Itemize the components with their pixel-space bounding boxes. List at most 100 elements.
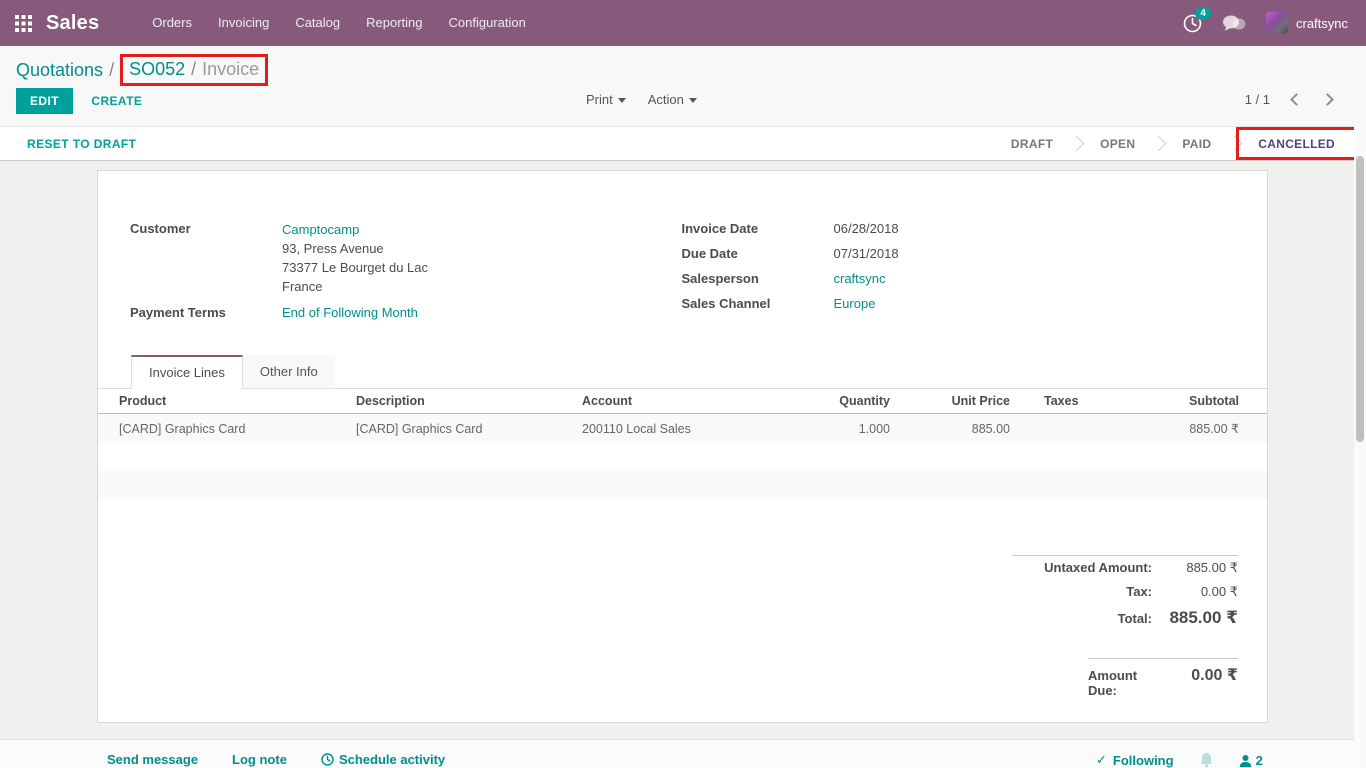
tax-row: Tax: 0.00 ₹ xyxy=(1012,580,1238,604)
followers-button[interactable]: 2 xyxy=(1239,753,1263,768)
field-payment-terms: Payment Terms End of Following Month xyxy=(130,305,682,320)
field-column-left: Customer Camptocamp 93, Press Avenue 733… xyxy=(130,221,682,329)
field-due-date: Due Date 07/31/2018 xyxy=(682,246,1234,261)
log-note-button[interactable]: Log note xyxy=(232,752,287,767)
topbar-right: 4 craftsync xyxy=(1183,12,1366,34)
pager-previous-icon[interactable] xyxy=(1290,93,1303,106)
customer-label: Customer xyxy=(130,221,282,296)
notebook-tabs: Invoice Lines Other Info xyxy=(98,355,1267,389)
invoice-lines-table: Product Description Account Quantity Uni… xyxy=(98,389,1267,499)
state-pills: DRAFT OPEN PAID CANCELLED xyxy=(989,127,1366,160)
pager-next-icon[interactable] xyxy=(1321,93,1334,106)
followers-count: 2 xyxy=(1256,753,1263,768)
state-draft[interactable]: DRAFT xyxy=(989,127,1075,160)
due-date-label: Due Date xyxy=(682,246,834,261)
state-open[interactable]: OPEN xyxy=(1078,127,1157,160)
payment-terms-link[interactable]: End of Following Month xyxy=(282,305,418,320)
menu-reporting[interactable]: Reporting xyxy=(353,0,435,46)
cell-subtotal[interactable]: 885.00 ₹ xyxy=(1138,414,1267,444)
header-account[interactable]: Account xyxy=(574,389,800,414)
untaxed-amount-value: 885.00 ₹ xyxy=(1166,560,1238,576)
button-row: EDIT CREATE Print Action 1 / 1 xyxy=(16,88,1350,116)
person-icon xyxy=(1239,754,1252,767)
top-navbar: Sales Orders Invoicing Catalog Reporting… xyxy=(0,0,1366,46)
amount-due-value: 0.00 ₹ xyxy=(1166,665,1238,685)
user-menu[interactable]: craftsync xyxy=(1266,12,1348,34)
header-quantity[interactable]: Quantity xyxy=(800,389,898,414)
cell-quantity[interactable]: 1.000 xyxy=(800,414,898,444)
action-dropdowns: Print Action xyxy=(586,92,697,107)
schedule-activity-button[interactable]: Schedule activity xyxy=(321,752,445,767)
total-row: Total: 885.00 ₹ xyxy=(1012,604,1238,632)
amount-due-row: Amount Due: 0.00 ₹ xyxy=(1088,659,1238,702)
header-taxes[interactable]: Taxes xyxy=(1018,389,1138,414)
schedule-activity-label: Schedule activity xyxy=(339,752,445,767)
caret-down-icon xyxy=(618,98,626,103)
field-sales-channel: Sales Channel Europe xyxy=(682,296,1234,311)
messages-icon[interactable] xyxy=(1222,14,1246,32)
table-empty-row xyxy=(98,443,1267,471)
field-groups: Customer Camptocamp 93, Press Avenue 733… xyxy=(98,171,1267,329)
header-subtotal[interactable]: Subtotal xyxy=(1138,389,1267,414)
tab-invoice-lines[interactable]: Invoice Lines xyxy=(131,355,243,389)
cell-taxes[interactable] xyxy=(1018,414,1138,444)
print-dropdown[interactable]: Print xyxy=(586,92,626,107)
user-avatar xyxy=(1266,12,1288,34)
state-cancelled[interactable]: CANCELLED xyxy=(1236,127,1357,160)
total-value: 885.00 ₹ xyxy=(1166,608,1238,628)
cell-unit-price[interactable]: 885.00 xyxy=(898,414,1018,444)
sales-channel-link[interactable]: Europe xyxy=(834,296,876,311)
cell-account[interactable]: 200110 Local Sales xyxy=(574,414,800,444)
edit-button[interactable]: EDIT xyxy=(16,88,73,114)
caret-down-icon xyxy=(689,98,697,103)
create-button[interactable]: CREATE xyxy=(91,94,142,108)
schedule-clock-icon xyxy=(321,753,334,766)
breadcrumb-order[interactable]: SO052 xyxy=(129,59,185,80)
address-line: France xyxy=(282,277,428,296)
menu-catalog[interactable]: Catalog xyxy=(282,0,353,46)
following-button[interactable]: ✓ Following xyxy=(1096,752,1174,768)
cell-product[interactable]: [CARD] Graphics Card xyxy=(98,414,348,444)
amount-due-label: Amount Due: xyxy=(1088,668,1152,698)
table-empty-row xyxy=(98,471,1267,499)
table-header-row: Product Description Account Quantity Uni… xyxy=(98,389,1267,414)
cell-description[interactable]: [CARD] Graphics Card xyxy=(348,414,574,444)
totals-block: Untaxed Amount: 885.00 ₹ Tax: 0.00 ₹ Tot… xyxy=(1012,555,1238,632)
salesperson-link[interactable]: craftsync xyxy=(834,271,886,286)
reset-to-draft-button[interactable]: RESET TO DRAFT xyxy=(27,137,136,151)
menu-orders[interactable]: Orders xyxy=(139,0,205,46)
statusbar: RESET TO DRAFT DRAFT OPEN PAID CANCELLED xyxy=(0,126,1366,161)
field-invoice-date: Invoice Date 06/28/2018 xyxy=(682,221,1234,236)
breadcrumb: Quotations / SO052 / Invoice xyxy=(16,54,268,86)
customer-link[interactable]: Camptocamp xyxy=(282,222,359,237)
invoice-date-value: 06/28/2018 xyxy=(834,221,899,236)
state-paid[interactable]: PAID xyxy=(1160,127,1233,160)
action-dropdown[interactable]: Action xyxy=(648,92,697,107)
tab-other-info[interactable]: Other Info xyxy=(243,355,335,388)
breadcrumb-quotations[interactable]: Quotations xyxy=(16,60,103,81)
chatter-bar: Send message Log note Schedule activity … xyxy=(0,740,1366,768)
header-product[interactable]: Product xyxy=(98,389,348,414)
bell-icon[interactable] xyxy=(1200,752,1213,768)
control-panel: Quotations / SO052 / Invoice EDIT CREATE… xyxy=(0,46,1366,126)
invoice-sheet: Customer Camptocamp 93, Press Avenue 733… xyxy=(97,170,1268,723)
menu-invoicing[interactable]: Invoicing xyxy=(205,0,282,46)
breadcrumb-separator: / xyxy=(103,60,120,81)
check-icon: ✓ xyxy=(1096,752,1107,768)
scrollbar-thumb[interactable] xyxy=(1356,156,1364,442)
app-title[interactable]: Sales xyxy=(46,12,99,35)
apps-grid-icon[interactable] xyxy=(0,0,46,46)
header-unit-price[interactable]: Unit Price xyxy=(898,389,1018,414)
apps-grid-icon-glyph xyxy=(15,15,32,32)
address-line: 93, Press Avenue xyxy=(282,239,428,258)
pager-count: 1 / 1 xyxy=(1245,92,1270,107)
chatter-links: Send message Log note Schedule activity xyxy=(107,752,445,767)
send-message-button[interactable]: Send message xyxy=(107,752,198,767)
header-description[interactable]: Description xyxy=(348,389,574,414)
untaxed-amount-label: Untaxed Amount: xyxy=(1044,560,1152,575)
table-row[interactable]: [CARD] Graphics Card [CARD] Graphics Car… xyxy=(98,414,1267,444)
activities-clock-icon[interactable]: 4 xyxy=(1183,14,1202,33)
menu-configuration[interactable]: Configuration xyxy=(436,0,539,46)
scrollbar-track[interactable] xyxy=(1354,46,1366,768)
invoice-date-label: Invoice Date xyxy=(682,221,834,236)
